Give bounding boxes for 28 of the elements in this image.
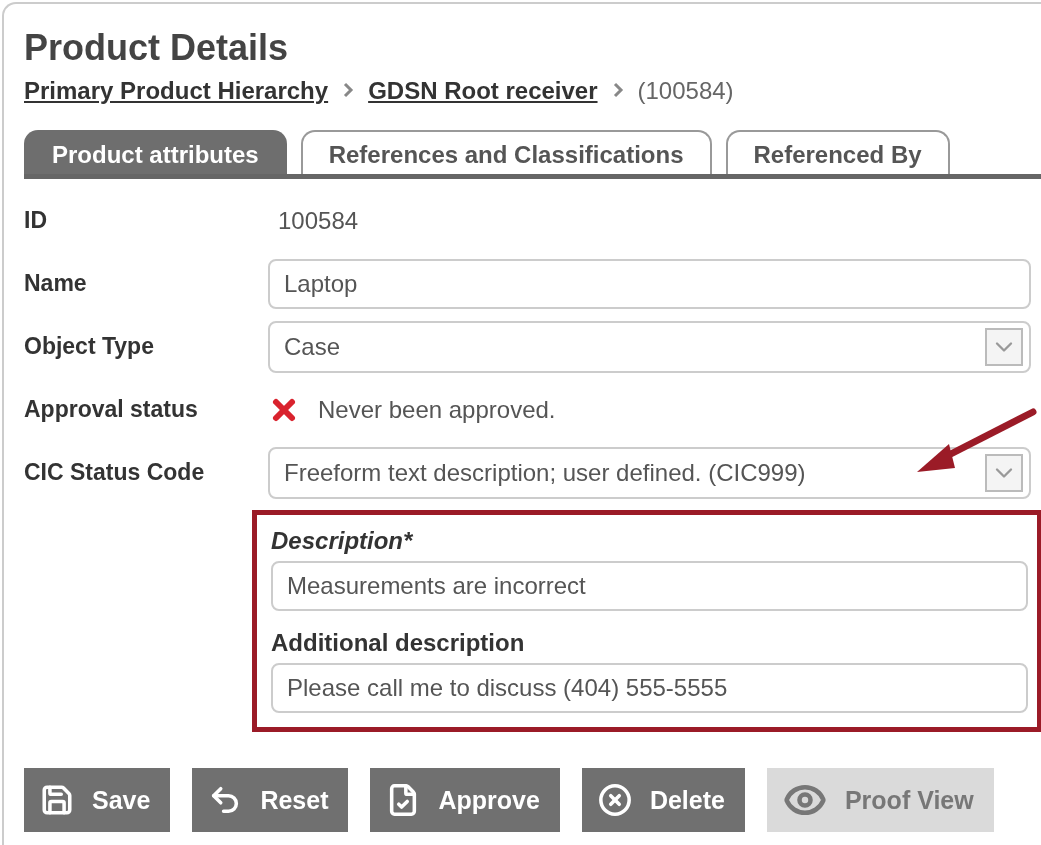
status-text: Never been approved. [318, 395, 556, 424]
breadcrumb-link[interactable]: GDSN Root receiver [368, 77, 598, 105]
circle-x-icon [597, 783, 632, 817]
field-value: 100584 [277, 206, 360, 235]
action-button[interactable]: Delete [581, 768, 745, 832]
field-label: Approval status [24, 396, 199, 423]
field-label: Object Type [24, 333, 155, 360]
field-label: Name [24, 270, 88, 297]
action-button[interactable]: Reset [192, 768, 349, 832]
page-title: Product Details [24, 26, 290, 70]
dropdown-toggle-icon [985, 453, 1023, 492]
breadcrumb-current: (100584) [637, 77, 734, 105]
action-button[interactable]: Approve [370, 768, 560, 832]
field-label: Additional description [271, 628, 526, 658]
input-field[interactable]: Measurements are incorrect [271, 561, 1028, 611]
dropdown[interactable]: Case [268, 320, 1031, 373]
field-label: ID [24, 207, 48, 234]
field-label: Description* [271, 526, 414, 556]
action-button[interactable]: Save [24, 768, 171, 832]
tab[interactable]: Referenced By [725, 130, 950, 174]
tab[interactable]: Product attributes [24, 130, 287, 174]
dropdown-toggle-icon [985, 327, 1023, 366]
field-label: CIC Status Code [24, 459, 206, 486]
tab[interactable]: References and Classifications [300, 130, 712, 174]
input-field[interactable]: Please call me to discuss (404) 555-5555 [271, 663, 1028, 713]
dropdown[interactable]: Freeform text description; user defined. (CIC999) [268, 446, 1031, 499]
breadcrumb-link[interactable]: Primary Product Hierarchy [24, 77, 329, 105]
input-field[interactable]: Laptop [268, 258, 1031, 309]
